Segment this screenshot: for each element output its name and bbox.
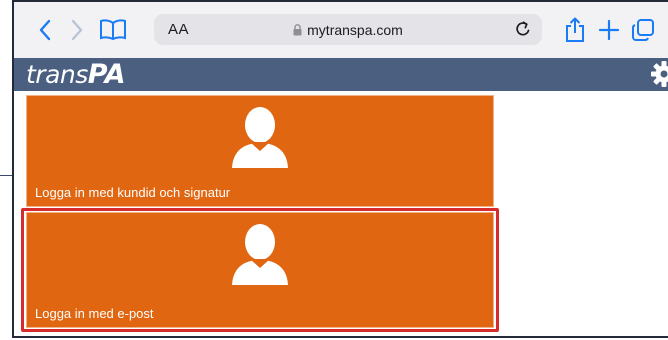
app-header: transPA xyxy=(14,58,668,91)
transpa-logo: transPA xyxy=(26,59,126,90)
forward-icon[interactable] xyxy=(62,15,92,45)
url-text: mytranspa.com xyxy=(307,22,403,38)
tabs-overview-icon[interactable] xyxy=(628,15,658,45)
lock-icon xyxy=(293,23,302,39)
address-bar[interactable]: AA mytranspa.com xyxy=(154,14,542,45)
back-icon[interactable] xyxy=(30,15,60,45)
safari-toolbar: AA mytranspa.com xyxy=(14,2,668,58)
new-tab-icon[interactable] xyxy=(594,15,624,45)
gear-icon[interactable] xyxy=(650,60,668,93)
highlight-frame xyxy=(21,208,499,332)
logo-text-pa: PA xyxy=(87,59,126,90)
logo-text-trans: trans xyxy=(26,60,88,89)
connector-line xyxy=(0,175,12,176)
url-display[interactable]: mytranspa.com xyxy=(154,22,542,39)
login-customer-id-tile[interactable]: Logga in med kundid och signatur xyxy=(26,95,494,207)
bookmarks-icon[interactable] xyxy=(98,15,128,45)
reload-icon[interactable] xyxy=(514,20,532,43)
share-icon[interactable] xyxy=(560,15,590,45)
browser-window: AA mytranspa.com transPA Logga in med ku… xyxy=(12,0,668,338)
tile-label: Logga in med kundid och signatur xyxy=(35,185,231,200)
person-icon xyxy=(229,106,291,175)
